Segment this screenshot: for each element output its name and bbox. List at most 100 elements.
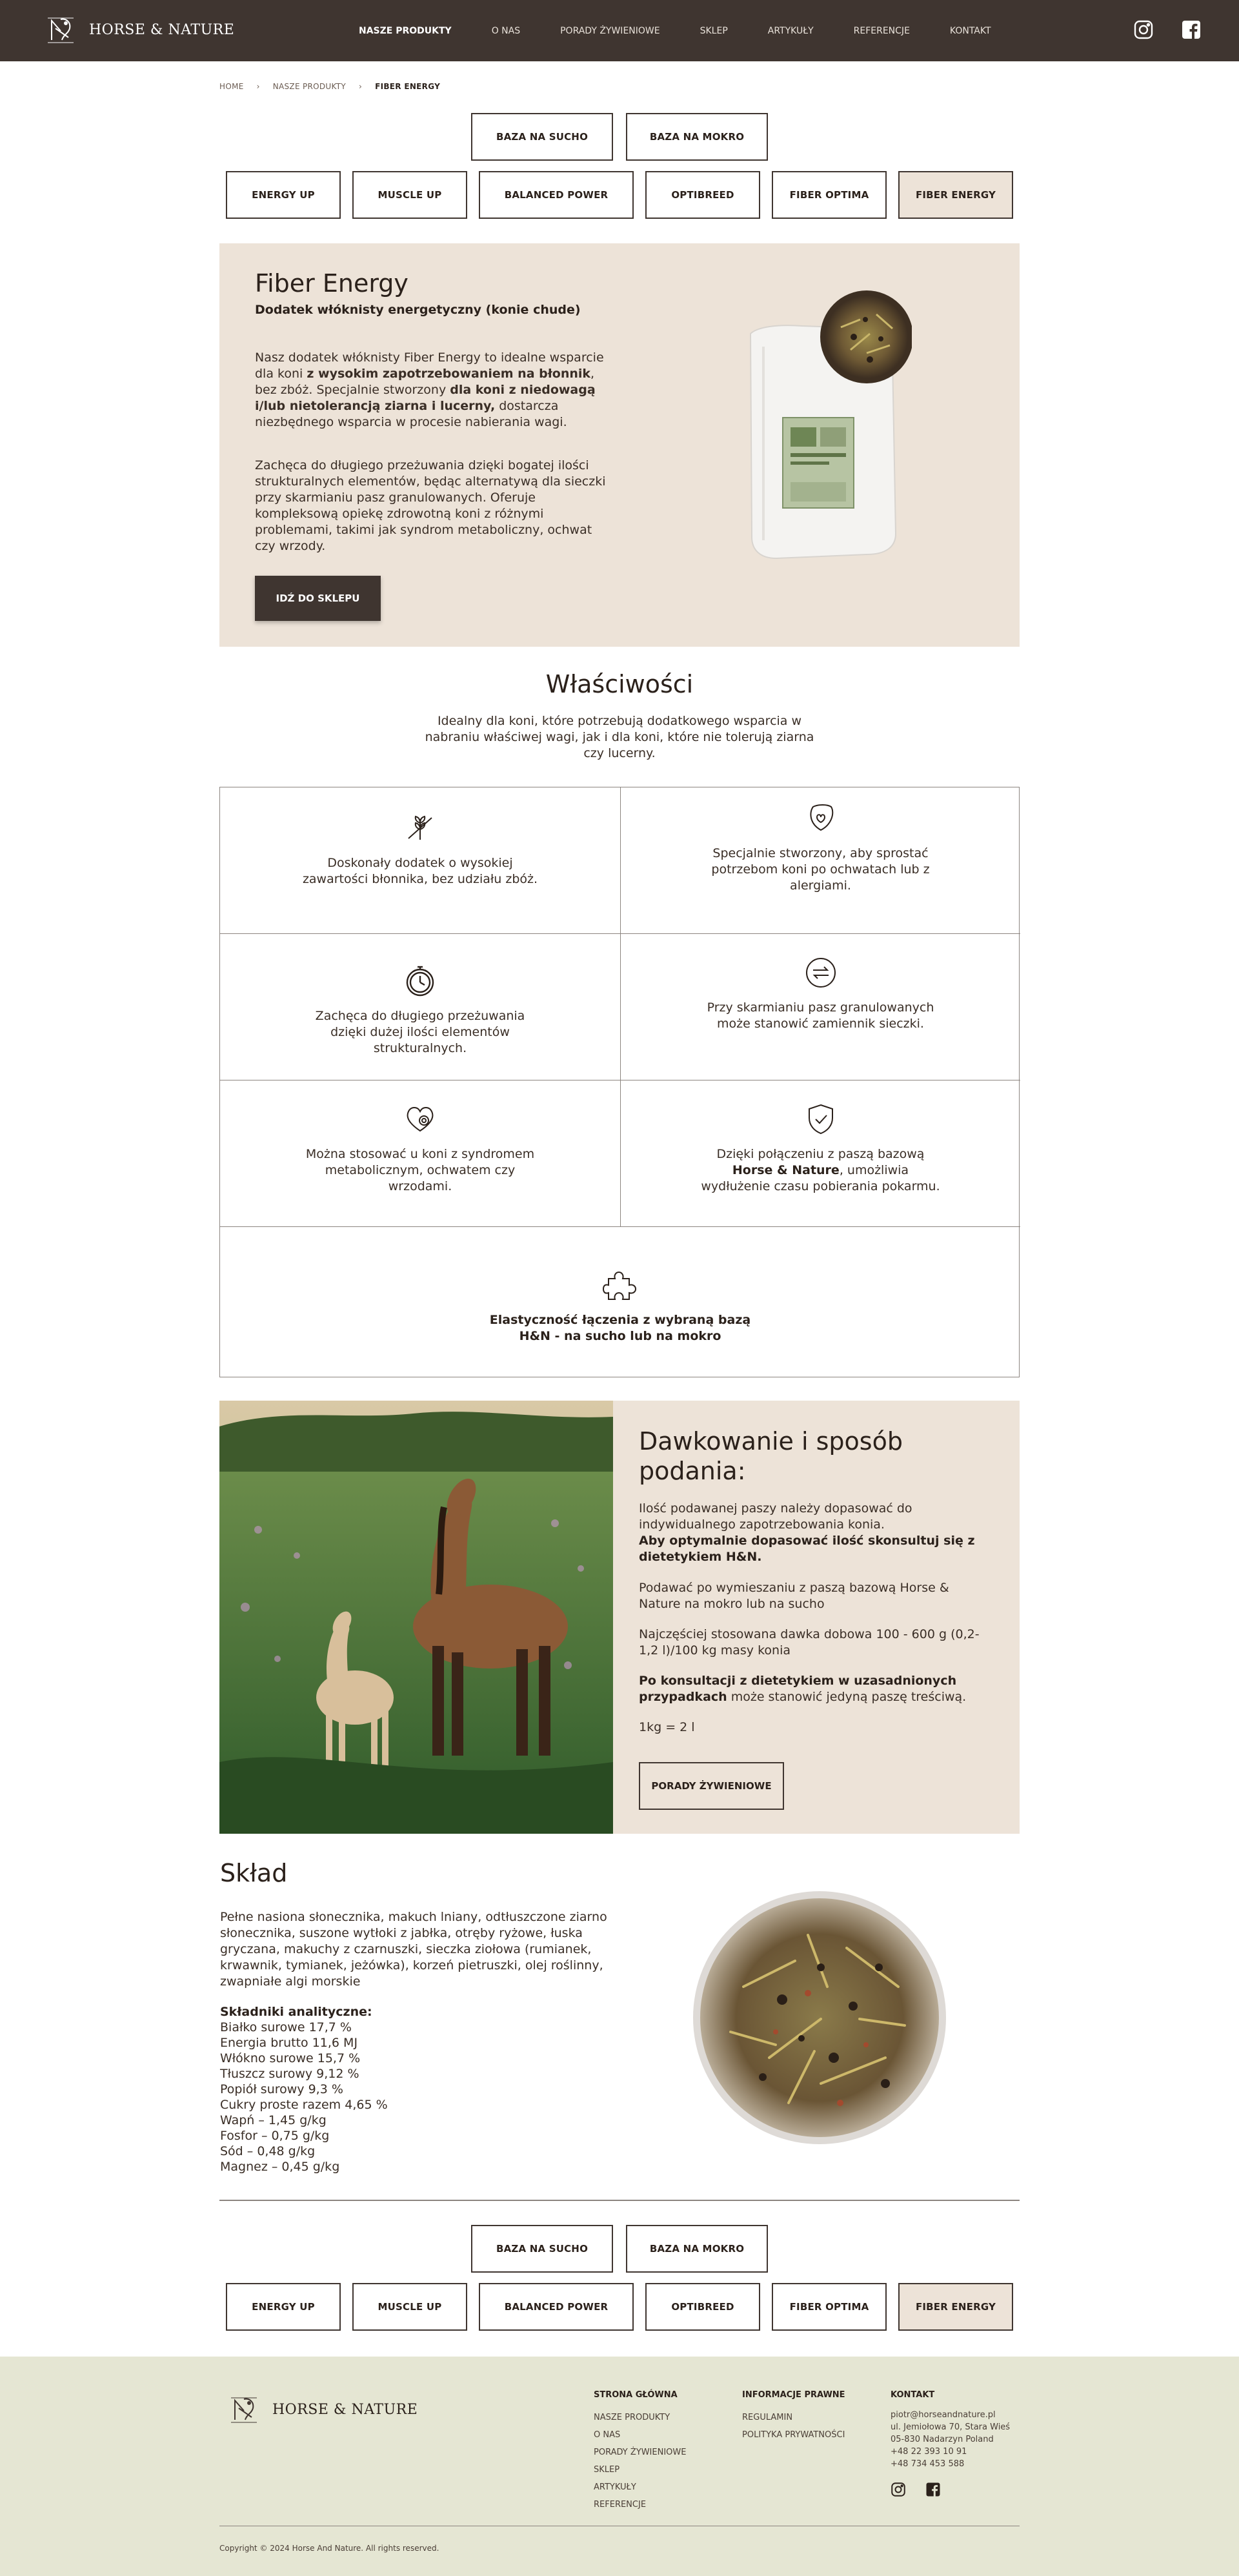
properties-title: Właściwości bbox=[545, 670, 694, 698]
footer-link[interactable]: ARTYKUŁY bbox=[594, 2479, 686, 2496]
properties-grid: Doskonały dodatek o wysokiej zawartości … bbox=[219, 787, 1020, 1377]
horses-photo bbox=[219, 1401, 613, 1834]
footer-heading: INFORMACJE PRAWNE bbox=[742, 2390, 845, 2400]
footer-column-main: STRONA GŁÓWNA NASZE PRODUKTY O NAS PORAD… bbox=[594, 2386, 686, 2513]
property-card: Można stosować u koni z syndromem metabo… bbox=[220, 1080, 621, 1227]
tab-fiber-energy[interactable]: FIBER ENERGY bbox=[898, 2283, 1013, 2331]
footer-link[interactable]: O NAS bbox=[594, 2426, 686, 2444]
analytical-item: Sód – 0,48 g/kg bbox=[220, 2144, 316, 2158]
property-text: Dzięki połączeniu z paszą bazową Horse &… bbox=[701, 1147, 940, 1193]
chevron-right-icon: › bbox=[358, 82, 363, 91]
product-description: Nasz dodatek włóknisty Fiber Energy to i… bbox=[255, 350, 604, 429]
base-tabs-top: BAZA NA SUCHO BAZA NA MOKRO bbox=[0, 113, 1239, 161]
brand-name: HORSE & NATURE bbox=[89, 21, 235, 38]
product-bag-image bbox=[749, 290, 912, 560]
nav-item-sklep[interactable]: SKLEP bbox=[700, 26, 728, 36]
analytical-heading: Składniki analityczne: bbox=[220, 2005, 372, 2019]
footer-link[interactable]: REGULAMIN bbox=[742, 2409, 845, 2426]
contact-email[interactable]: piotr@horseandnature.pl bbox=[891, 2409, 1010, 2421]
breadcrumb-home[interactable]: HOME bbox=[219, 82, 244, 91]
chevron-right-icon: › bbox=[256, 82, 260, 91]
footer-logo[interactable]: HORSE & NATURE bbox=[226, 2391, 418, 2428]
contact-phone[interactable]: +48 734 453 588 bbox=[891, 2458, 1010, 2470]
tab-energy-up[interactable]: ENERGY UP bbox=[226, 171, 341, 219]
composition-text: Pełne nasiona słonecznika, makuch lniany… bbox=[220, 1910, 607, 1989]
tab-energy-up[interactable]: ENERGY UP bbox=[226, 2283, 341, 2331]
product-tabs-bottom: ENERGY UP MUSCLE UP BALANCED POWER OPTIB… bbox=[0, 2283, 1239, 2331]
instagram-icon[interactable] bbox=[891, 2482, 906, 2497]
tab-muscle-up[interactable]: MUSCLE UP bbox=[352, 171, 467, 219]
property-card: Specjalnie stworzony, aby sprostać potrz… bbox=[621, 787, 1020, 934]
breadcrumb-products[interactable]: NASZE PRODUKTY bbox=[273, 82, 346, 91]
tab-baza-na-sucho[interactable]: BAZA NA SUCHO bbox=[471, 2225, 613, 2273]
analytical-item: Białko surowe 17,7 % bbox=[220, 2020, 352, 2034]
footer-heading: STRONA GŁÓWNA bbox=[594, 2390, 678, 2400]
property-text: Można stosować u koni z syndromem metabo… bbox=[305, 1147, 535, 1193]
horse-logo-icon bbox=[231, 2397, 257, 2423]
dosing-panel: Dawkowanie i sposób podania: Ilość podaw… bbox=[613, 1401, 1020, 1834]
product-subtitle: Dodatek włóknisty energetyczny (konie ch… bbox=[255, 303, 581, 317]
tab-baza-na-mokro[interactable]: BAZA NA MOKRO bbox=[626, 113, 768, 161]
breadcrumb-current: FIBER ENERGY bbox=[375, 82, 441, 91]
header-social bbox=[1133, 19, 1202, 40]
tab-muscle-up[interactable]: MUSCLE UP bbox=[352, 2283, 467, 2331]
product-hero: Fiber Energy Dodatek włóknisty energetyc… bbox=[219, 243, 1020, 647]
nav-item-kontakt[interactable]: KONTAKT bbox=[950, 26, 991, 36]
dosing-paragraph-1: Ilość podawanej paszy należy dopasować d… bbox=[639, 1501, 975, 1564]
contact-phone[interactable]: +48 22 393 10 91 bbox=[891, 2446, 1010, 2458]
dosing-paragraph-3: Najczęściej stosowana dawka dobowa 100 -… bbox=[639, 1627, 980, 1658]
tab-fiber-optima[interactable]: FIBER OPTIMA bbox=[772, 171, 887, 219]
property-text: Doskonały dodatek o wysokiej zawartości … bbox=[302, 856, 538, 886]
footer-heading: KONTAKT bbox=[891, 2390, 935, 2400]
tab-fiber-energy[interactable]: FIBER ENERGY bbox=[898, 171, 1013, 219]
footer-column-contact: KONTAKT piotr@horseandnature.pl ul. Jemi… bbox=[891, 2386, 1010, 2497]
footer-column-legal: INFORMACJE PRAWNE REGULAMIN POLITYKA PRY… bbox=[742, 2386, 845, 2444]
nav-item-artykuly[interactable]: ARTYKUŁY bbox=[768, 26, 814, 36]
footer-link[interactable]: REFERENCJE bbox=[594, 2496, 686, 2513]
site-header: HORSE & NATURE NASZE PRODUKTY O NAS PORA… bbox=[0, 0, 1239, 61]
tab-baza-na-sucho[interactable]: BAZA NA SUCHO bbox=[471, 113, 613, 161]
leaf-heart-icon bbox=[809, 804, 833, 831]
horse-logo-icon bbox=[48, 17, 74, 43]
shield-check-icon bbox=[808, 1104, 833, 1135]
facebook-icon[interactable] bbox=[925, 2482, 941, 2497]
go-to-shop-button[interactable]: IDŹ DO SKLEPU bbox=[255, 576, 381, 621]
footer-link[interactable]: SKLEP bbox=[594, 2461, 686, 2479]
tab-balanced-power[interactable]: BALANCED POWER bbox=[479, 2283, 634, 2331]
feeding-advice-button[interactable]: PORADY ŻYWIENIOWE bbox=[639, 1762, 784, 1810]
brand-name: HORSE & NATURE bbox=[272, 2401, 418, 2418]
analytical-item: Cukry proste razem 4,65 % bbox=[220, 2098, 388, 2112]
composition-title: Skład bbox=[220, 1859, 288, 1887]
heart-gear-icon bbox=[407, 1107, 434, 1132]
analytical-item: Wapń – 1,45 g/kg bbox=[220, 2113, 327, 2127]
footer-link[interactable]: PORADY ŻYWIENIOWE bbox=[594, 2444, 686, 2461]
property-card: Dzięki połączeniu z paszą bazową Horse &… bbox=[621, 1080, 1020, 1227]
analytical-list: Składniki analityczne: Białko surowe 17,… bbox=[220, 2004, 388, 2175]
product-description-2: Zachęca do długiego przeżuwania dzięki b… bbox=[255, 458, 606, 553]
nav-item-porady[interactable]: PORADY ŻYWIENIOWE bbox=[560, 26, 660, 36]
footer-link[interactable]: NASZE PRODUKTY bbox=[594, 2409, 686, 2426]
tab-balanced-power[interactable]: BALANCED POWER bbox=[479, 171, 634, 219]
property-text: Specjalnie stworzony, aby sprostać potrz… bbox=[711, 846, 930, 893]
tab-optibreed[interactable]: OPTIBREED bbox=[645, 2283, 760, 2331]
property-text: Elastyczność łączenia z wybraną bazą H&N… bbox=[489, 1313, 751, 1343]
nav-item-nasze-produkty[interactable]: NASZE PRODUKTY bbox=[359, 26, 452, 36]
tab-optibreed[interactable]: OPTIBREED bbox=[645, 171, 760, 219]
instagram-icon[interactable] bbox=[1133, 19, 1154, 40]
tab-baza-na-mokro[interactable]: BAZA NA MOKRO bbox=[626, 2225, 768, 2273]
dosing-paragraph-5: 1kg = 2 l bbox=[639, 1720, 695, 1734]
tab-fiber-optima[interactable]: FIBER OPTIMA bbox=[772, 2283, 887, 2331]
nav-item-referencje[interactable]: REFERENCJE bbox=[854, 26, 910, 36]
no-grain-icon bbox=[408, 815, 432, 840]
properties-intro: Idealny dla koni, które potrzebują dodat… bbox=[425, 714, 814, 760]
analytical-item: Magnez – 0,45 g/kg bbox=[220, 2160, 340, 2174]
dosing-title: Dawkowanie i sposób podania: bbox=[639, 1427, 903, 1485]
footer-link[interactable]: POLITYKA PRYWATNOŚCI bbox=[742, 2426, 845, 2444]
brand-logo[interactable]: HORSE & NATURE bbox=[43, 12, 234, 48]
section-divider bbox=[219, 2200, 1020, 2201]
dosing-paragraph-4: Po konsultacji z dietetykiem w uzasadnio… bbox=[639, 1674, 967, 1704]
puzzle-icon bbox=[602, 1271, 637, 1300]
nav-item-o-nas[interactable]: O NAS bbox=[492, 26, 520, 36]
property-card: Przy skarmianiu pasz granulowanych może … bbox=[621, 934, 1020, 1080]
facebook-icon[interactable] bbox=[1181, 19, 1202, 40]
